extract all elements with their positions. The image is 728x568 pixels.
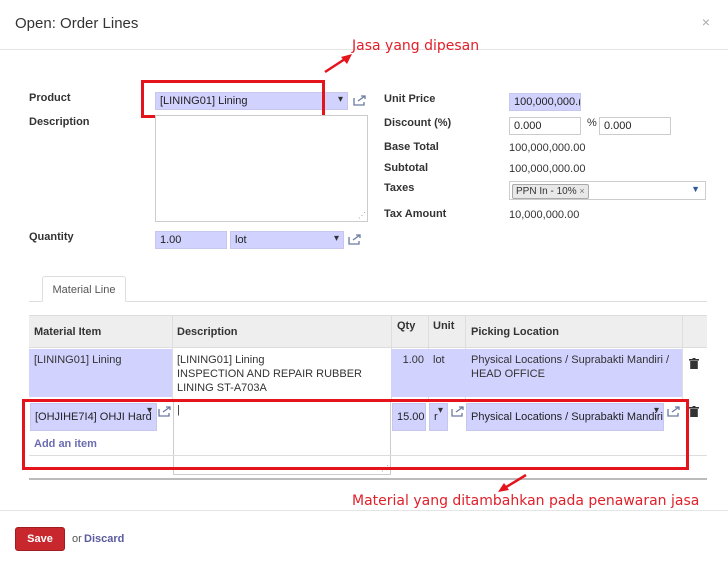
base-total-value: 100,000,000.00 (509, 142, 586, 154)
base-total-label: Base Total (384, 141, 439, 153)
discard-link[interactable]: Discard (84, 533, 124, 545)
tax-amount-value: 10,000,000.00 (509, 209, 580, 221)
column-header-description[interactable]: Description (177, 326, 238, 338)
column-header-unit[interactable]: Unit (433, 320, 454, 332)
discount-input-2[interactable]: 0.000 (599, 117, 671, 135)
row-location: Physical Locations / Suprabakti Mandiri … (471, 353, 669, 381)
table-bottom-border (29, 478, 707, 480)
dialog-title: Open: Order Lines (15, 15, 139, 32)
row-description-line: [LINING01] Lining (177, 354, 265, 366)
subtotal-label: Subtotal (384, 162, 428, 174)
description-label: Description (29, 116, 90, 128)
row-description: [LINING01] Lining INSPECTION AND REPAIR … (177, 353, 362, 395)
discount-input[interactable]: 0.000 (509, 117, 581, 135)
uom-select[interactable]: lot (230, 231, 344, 249)
trash-icon[interactable] (689, 358, 699, 369)
row-unit: lot (433, 354, 445, 366)
quantity-label: Quantity (29, 231, 74, 243)
annotation-top: Jasa yang dipesan (352, 38, 480, 54)
tax-amount-label: Tax Amount (384, 208, 447, 220)
highlight-box-material (22, 399, 689, 470)
external-link-icon[interactable] (348, 233, 362, 245)
quantity-input[interactable]: 1.00 (155, 231, 227, 249)
remove-tag-icon[interactable]: × (579, 186, 584, 196)
row-location-line: Physical Locations / Suprabakti Mandiri … (471, 354, 670, 366)
dialog-footer: Save or Discard (0, 510, 728, 568)
external-link-icon[interactable] (353, 94, 367, 106)
tax-tag[interactable]: PPN In - 10% × (512, 184, 589, 199)
taxes-label: Taxes (384, 182, 415, 194)
trash-icon[interactable] (689, 406, 699, 417)
row-location-line: HEAD OFFICE (471, 368, 545, 380)
annotation-arrow-top (324, 54, 352, 74)
product-label: Product (29, 92, 71, 104)
tax-tag-label: PPN In - 10% (516, 186, 577, 197)
table-header: Material Item Description Qty Unit Picki… (29, 315, 707, 348)
row-description-line: LINING ST-A703A (177, 382, 267, 394)
chevron-down-icon: ▼ (691, 184, 700, 194)
subtotal-value: 100,000,000.00 (509, 163, 586, 175)
highlight-box-product (141, 80, 325, 118)
unit-price-label: Unit Price (384, 93, 436, 105)
row-qty: 1.00 (402, 354, 424, 366)
row-material-item: [LINING01] Lining (34, 354, 122, 366)
description-textarea[interactable]: ⋰ (155, 115, 368, 222)
tab-divider (29, 301, 707, 302)
unit-price-input[interactable]: 100,000,000.( (509, 93, 581, 111)
tab-material-line[interactable]: Material Line (42, 276, 126, 302)
or-text: or (72, 533, 82, 545)
column-separator (172, 315, 173, 400)
column-header-material-item[interactable]: Material Item (34, 326, 101, 338)
resize-grip-icon[interactable]: ⋰ (358, 212, 366, 220)
save-button[interactable]: Save (15, 527, 65, 551)
row-description-line: INSPECTION AND REPAIR RUBBER (177, 368, 362, 380)
discount-percent-sign: % (587, 117, 597, 129)
discount-label: Discount (%) (384, 117, 452, 129)
column-header-picking-location[interactable]: Picking Location (471, 326, 559, 338)
close-icon[interactable]: × (702, 14, 710, 30)
annotation-arrow-bottom (498, 473, 527, 492)
annotation-bottom: Material yang ditambahkan pada penawaran… (352, 493, 700, 509)
column-separator (682, 315, 683, 400)
column-header-qty[interactable]: Qty (397, 320, 415, 332)
